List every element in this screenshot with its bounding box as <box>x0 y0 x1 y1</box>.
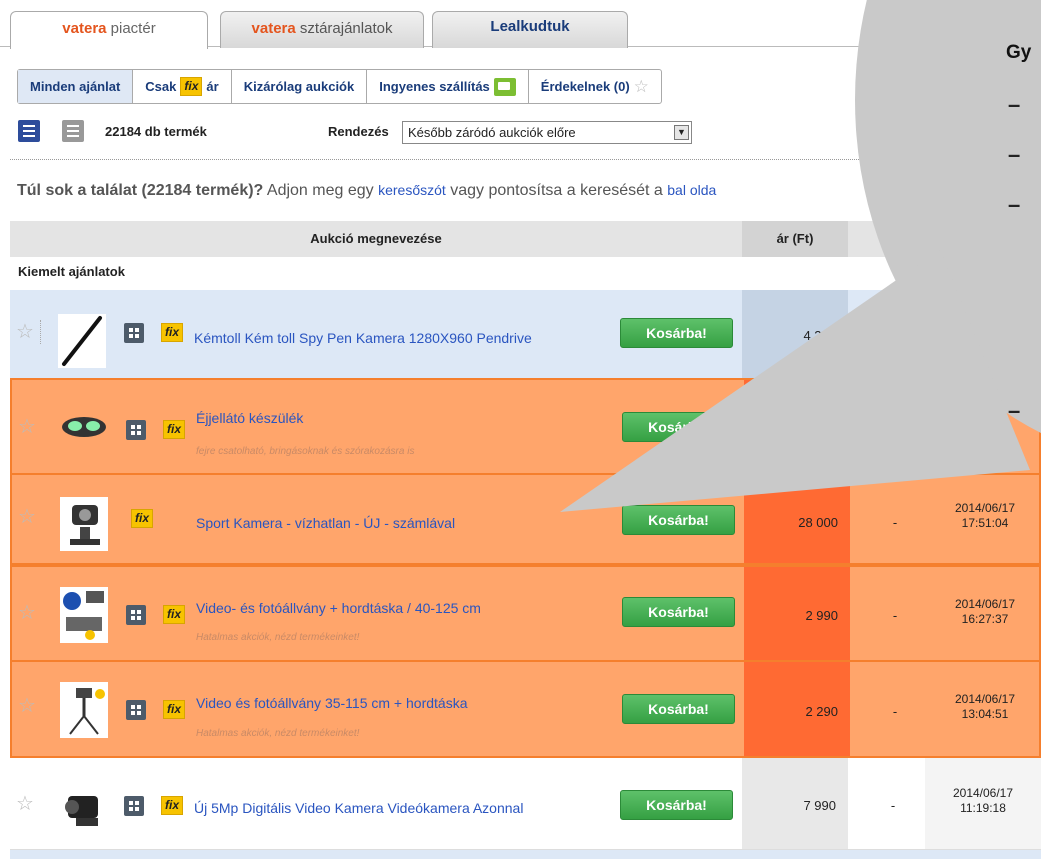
bubble-heading: Gy <box>1006 42 1032 63</box>
page: { "tabs": [ {"brand": "vatera", "rest": … <box>0 0 1041 859</box>
bullet-dash: – <box>1008 192 1021 217</box>
bullet-dash: – <box>1008 398 1021 423</box>
speech-bubble-tail <box>560 250 1030 512</box>
bullet-dash: – <box>1008 92 1021 117</box>
bullet-dash: – <box>1008 142 1021 167</box>
